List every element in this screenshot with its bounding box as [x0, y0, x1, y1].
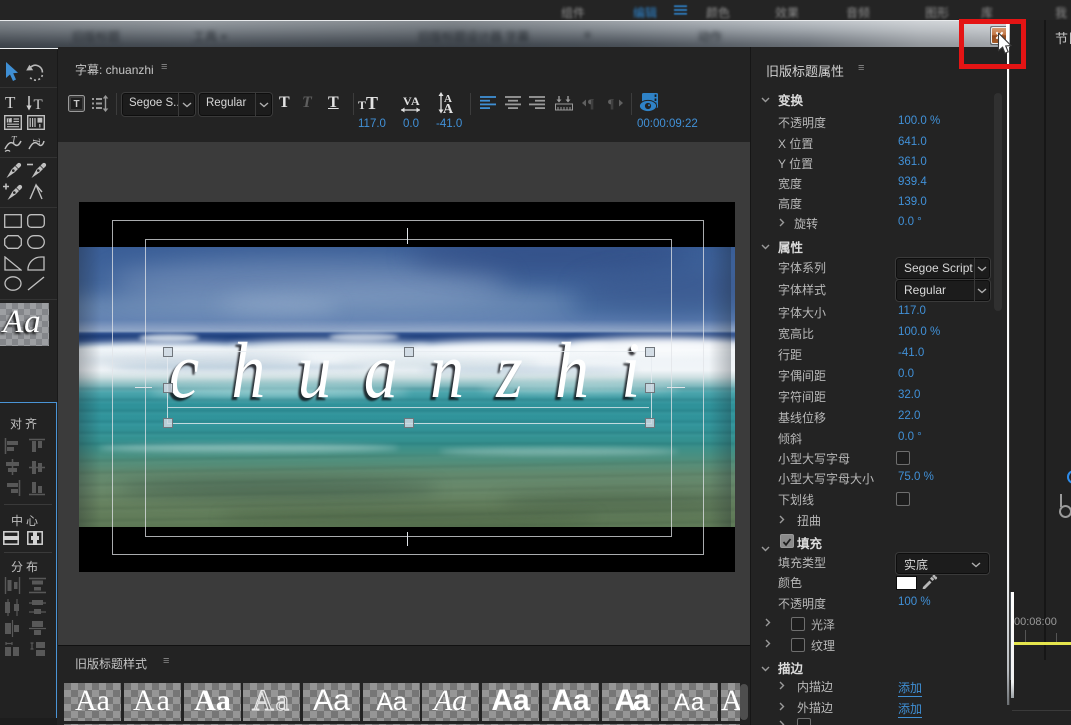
svg-text:A: A: [411, 94, 420, 108]
svg-text:T: T: [73, 99, 79, 110]
svg-text:A: A: [443, 102, 454, 115]
svg-text:T: T: [11, 135, 18, 146]
svg-text:¶: ¶: [588, 96, 594, 110]
svg-text:T: T: [34, 97, 43, 111]
svg-text:¶: ¶: [608, 96, 614, 110]
